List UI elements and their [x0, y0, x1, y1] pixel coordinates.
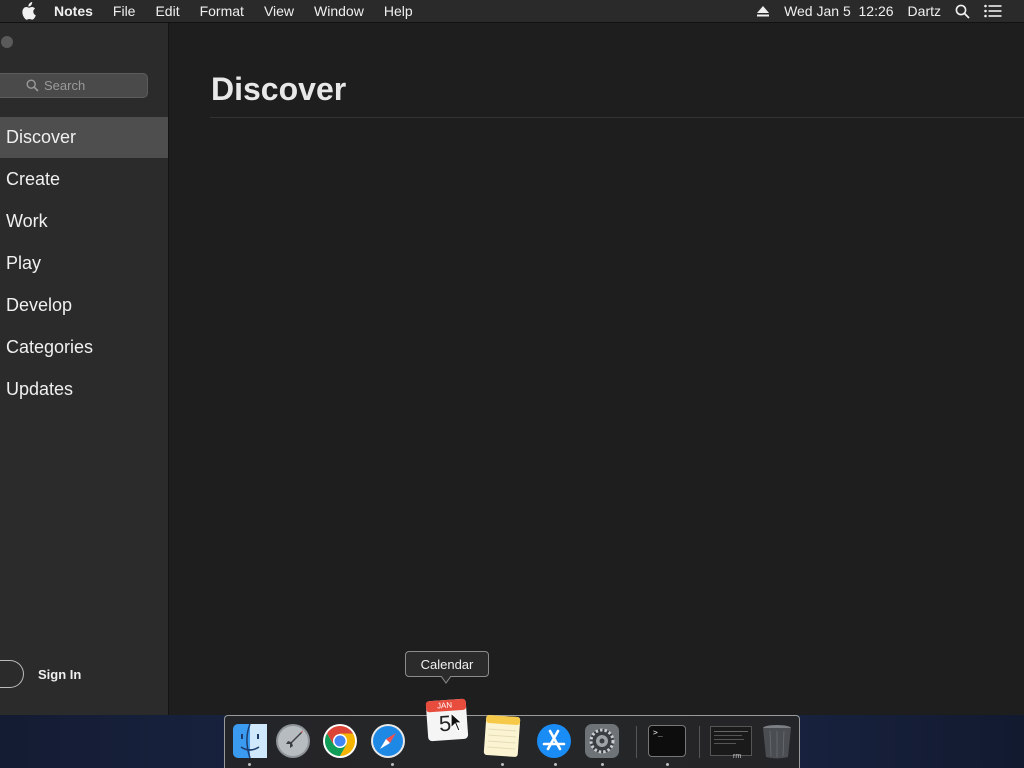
launchpad-icon[interactable]	[274, 722, 312, 760]
avatar	[0, 660, 24, 688]
terminal-running-indicator	[666, 763, 669, 766]
search-input[interactable]	[44, 78, 154, 93]
menu-format[interactable]: Format	[200, 3, 244, 19]
notes-icon[interactable]	[481, 712, 523, 758]
minimized-window-label: rm	[733, 753, 742, 760]
dock-tooltip: Calendar	[405, 651, 489, 677]
tooltip-arrow	[441, 676, 451, 684]
menubar-clock[interactable]: Wed Jan 5 12:26	[784, 3, 893, 19]
minimized-window-thumbnail[interactable]	[710, 726, 752, 756]
window-close-button[interactable]	[1, 36, 13, 48]
sign-in-button[interactable]: Sign In	[0, 659, 81, 689]
sidebar-item-play[interactable]: Play	[0, 243, 168, 284]
dock-separator	[636, 726, 637, 758]
app-store-running-indicator	[554, 763, 557, 766]
page-title: Discover	[211, 71, 347, 107]
menu-app-name[interactable]: Notes	[54, 3, 93, 19]
safari-icon[interactable]	[369, 722, 407, 760]
safari-running-indicator	[391, 763, 394, 766]
menu-view[interactable]: View	[264, 3, 294, 19]
sidebar-item-updates[interactable]: Updates	[0, 369, 168, 410]
search-field[interactable]	[0, 73, 154, 98]
notes-running-indicator	[501, 763, 504, 766]
title-divider	[210, 117, 1024, 118]
finder-icon[interactable]	[231, 722, 269, 760]
app-store-icon[interactable]	[535, 722, 573, 760]
sign-in-label: Sign In	[38, 666, 82, 682]
trash-icon[interactable]	[758, 722, 796, 760]
sidebar-nav: Discover Create Work Play Develop Catego…	[0, 117, 168, 411]
system-preferences-icon[interactable]	[583, 722, 621, 760]
menu-window[interactable]: Window	[314, 3, 364, 19]
finder-running-indicator	[248, 763, 251, 766]
notification-center-icon[interactable]	[984, 4, 1002, 18]
terminal-prompt: >_	[653, 728, 663, 737]
menu-edit[interactable]: Edit	[155, 3, 179, 19]
main-content: Discover	[170, 23, 1024, 715]
menu-help[interactable]: Help	[384, 3, 413, 19]
app-window: Discover Create Work Play Develop Catego…	[0, 23, 1024, 715]
sidebar: Discover Create Work Play Develop Catego…	[0, 23, 169, 715]
sidebar-item-discover[interactable]: Discover	[0, 117, 168, 158]
search-icon	[26, 79, 39, 92]
chrome-icon[interactable]	[321, 722, 359, 760]
apple-menu-icon[interactable]	[18, 1, 38, 21]
eject-icon[interactable]	[756, 5, 770, 17]
sidebar-item-work[interactable]: Work	[0, 201, 168, 242]
menu-file[interactable]: File	[113, 3, 136, 19]
system-preferences-running-indicator	[601, 763, 604, 766]
calendar-month: JAN	[436, 700, 453, 711]
spotlight-search-icon[interactable]	[955, 4, 970, 19]
sidebar-item-create[interactable]: Create	[0, 159, 168, 200]
mouse-cursor-icon	[450, 712, 464, 732]
sidebar-item-develop[interactable]: Develop	[0, 285, 168, 326]
menu-bar: Notes File Edit Format View Window Help …	[0, 0, 1024, 23]
menubar-user[interactable]: Dartz	[908, 3, 941, 19]
sidebar-item-categories[interactable]: Categories	[0, 327, 168, 368]
dock-separator-2	[699, 726, 700, 758]
terminal-icon[interactable]: >_	[648, 725, 686, 757]
dock: JAN 5 >_ rm	[224, 698, 800, 768]
